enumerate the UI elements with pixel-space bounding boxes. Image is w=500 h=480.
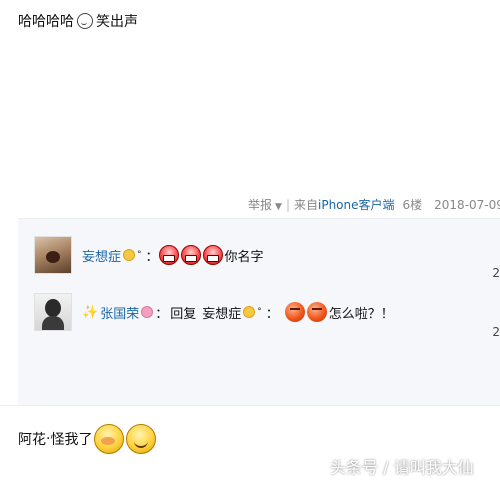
smile-face-icon xyxy=(126,424,157,454)
report-link[interactable]: 举报 ▼ xyxy=(248,196,282,213)
username-suffix: ° xyxy=(137,250,142,260)
reply-username[interactable]: 张国荣 xyxy=(100,303,139,322)
reply-to-username[interactable]: 妄想症 xyxy=(202,303,241,322)
laughing-face-icon xyxy=(77,13,93,29)
reply-count: 2 xyxy=(492,266,500,280)
post-text: 哈哈哈哈 笑出声 xyxy=(18,11,138,31)
reply-text: 怎么啦？！ xyxy=(328,306,394,322)
avatar[interactable] xyxy=(34,293,72,331)
avatar[interactable] xyxy=(34,236,72,274)
divider: | xyxy=(285,197,290,212)
post-text-after: 笑出声 xyxy=(96,14,138,30)
username-suffix: ° xyxy=(257,307,262,317)
watermark: 头条号 / 请叫我大仙 xyxy=(330,458,474,477)
smile-badge-icon xyxy=(123,249,136,261)
angry-face-icon xyxy=(180,245,201,265)
post-text-before: 哈哈哈哈 xyxy=(18,14,74,30)
from-prefix: 来自 xyxy=(293,198,318,212)
reply-username[interactable]: 妄想症 xyxy=(82,246,121,265)
reply-colon: ： xyxy=(155,306,169,322)
reply-item: ✨ 张国荣 ： 回复 妄想症 ° ： 怎么啦？！ 2 xyxy=(34,293,500,339)
comment-author[interactable]: 阿花 xyxy=(18,429,46,449)
flower-icon xyxy=(141,306,154,318)
comment-text: 怪我了 xyxy=(50,432,93,448)
divider xyxy=(0,405,500,406)
reply-colon: ： xyxy=(145,249,159,265)
reply-colon: ： xyxy=(265,306,279,322)
angry-face-icon xyxy=(158,245,179,265)
reply-count: 2 xyxy=(492,325,500,339)
caret-down-icon: ▼ xyxy=(275,202,282,212)
smile-badge-icon xyxy=(243,306,256,318)
comment: 阿花 · 怪我了 xyxy=(18,424,157,454)
post-date: 2018-07-09 : xyxy=(434,197,500,212)
reply-text: 你名字 xyxy=(224,249,264,265)
post-meta: 举报▼ | 来自 iPhone客户端 6楼 2018-07-09 : xyxy=(248,196,500,213)
sparkle-icon: ✨ xyxy=(82,304,99,320)
reply-action: 回复 xyxy=(170,306,197,322)
shy-face-icon xyxy=(94,424,125,454)
reply-list: 妄想症 ° ： 你名字 2 ✨ 张国荣 ： 回复 妄想症 ° ： 怎么啦？！ 2 xyxy=(18,218,500,405)
red-face-icon xyxy=(306,302,327,322)
reply-item: 妄想症 ° ： 你名字 2 xyxy=(34,236,500,280)
report-label: 举报 xyxy=(248,198,273,212)
floor-number: 6楼 xyxy=(402,198,423,212)
client-link[interactable]: iPhone客户端 xyxy=(318,196,395,213)
angry-face-icon xyxy=(202,245,223,265)
red-face-icon xyxy=(284,302,305,322)
